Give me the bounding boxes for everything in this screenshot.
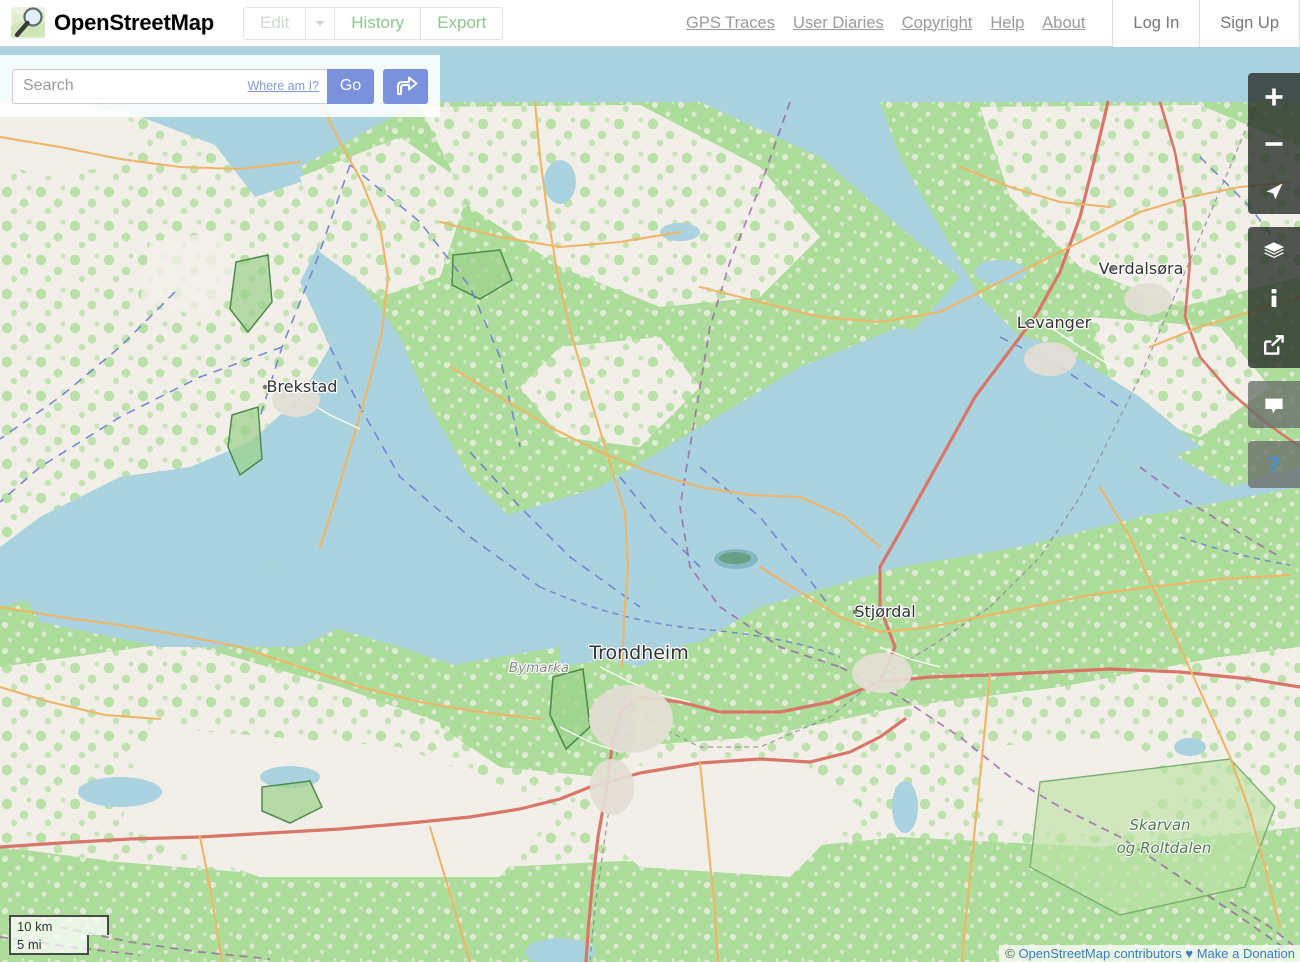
search-panel: Where am I? Go: [0, 55, 440, 117]
nav-user-diaries[interactable]: User Diaries: [784, 14, 893, 33]
primary-nav: GPS Traces User Diaries Copyright Help A…: [677, 0, 1300, 47]
site-header: OpenStreetMap Edit History Export GPS Tr…: [0, 0, 1300, 47]
layers-icon: [1262, 239, 1286, 263]
map-canvas[interactable]: Verdalsøra Levanger Brekstad Stjørdal Tr…: [0, 47, 1300, 962]
plus-icon: [1262, 85, 1286, 109]
scale-metric-label: 10 km: [17, 918, 53, 934]
map-tools-group: [1248, 227, 1300, 368]
map-tiles: Verdalsøra Levanger Brekstad Stjørdal Tr…: [0, 47, 1300, 962]
map-data-button[interactable]: [1248, 274, 1300, 321]
layers-button[interactable]: [1248, 227, 1300, 274]
make-a-donation-link[interactable]: Make a Donation: [1197, 946, 1295, 961]
search-field-wrapper: Where am I?: [12, 68, 327, 104]
map-label-brekstad: Brekstad: [267, 377, 338, 396]
openstreetmap-logo-icon: [9, 4, 47, 42]
directions-arrow-icon: [393, 73, 419, 100]
chevron-down-icon: [315, 20, 326, 26]
help-button[interactable]: ?: [1248, 441, 1300, 488]
nav-copyright[interactable]: Copyright: [893, 14, 982, 33]
export-button[interactable]: Export: [421, 7, 503, 39]
edit-button[interactable]: Edit: [243, 7, 307, 39]
nav-help[interactable]: Help: [981, 14, 1033, 33]
map-note-group: [1248, 381, 1300, 428]
map-controls: ?: [1248, 73, 1300, 488]
info-icon: [1262, 286, 1286, 310]
map-scale-bar: 10 km 5 mi: [9, 915, 109, 955]
share-button[interactable]: [1248, 321, 1300, 368]
locate-button[interactable]: [1248, 167, 1300, 214]
svg-text:?: ?: [1268, 453, 1280, 477]
map-label-trondheim: Trondheim: [588, 642, 688, 664]
directions-button[interactable]: [383, 68, 428, 104]
scale-imperial: 5 mi: [9, 935, 89, 955]
location-arrow-icon: [1262, 179, 1286, 203]
openstreetmap-page: OpenStreetMap Edit History Export GPS Tr…: [0, 0, 1300, 962]
zoom-in-button[interactable]: [1248, 73, 1300, 120]
minus-icon: [1262, 132, 1286, 156]
scale-imperial-label: 5 mi: [17, 936, 42, 952]
add-note-button[interactable]: [1248, 381, 1300, 428]
brand-title: OpenStreetMap: [54, 10, 214, 35]
map-label-stjordal: Stjørdal: [854, 602, 915, 621]
brand-home-link[interactable]: OpenStreetMap: [0, 4, 214, 42]
map-label-og-roltdalen: og Roltdalen: [1117, 839, 1212, 857]
where-am-i-link[interactable]: Where am I?: [247, 79, 319, 93]
auth-button-group: Log In Sign Up: [1112, 0, 1300, 47]
sign-up-button[interactable]: Sign Up: [1200, 0, 1300, 47]
nav-gps-traces[interactable]: GPS Traces: [677, 14, 784, 33]
map-attribution: © OpenStreetMap contributors ♥ Make a Do…: [999, 945, 1300, 962]
search-go-button[interactable]: Go: [327, 68, 374, 104]
edit-button-group: Edit History Export: [242, 6, 504, 40]
attribution-contributors-link[interactable]: OpenStreetMap contributors: [1018, 946, 1181, 961]
log-in-button[interactable]: Log In: [1113, 0, 1201, 47]
map-help-group: ?: [1248, 441, 1300, 488]
map-zoom-group: [1248, 73, 1300, 214]
share-icon: [1262, 333, 1286, 357]
map-label-bymarka: Bymarka: [509, 660, 569, 676]
scale-metric: 10 km: [9, 915, 109, 935]
edit-dropdown-button[interactable]: [306, 7, 336, 39]
history-button[interactable]: History: [335, 7, 422, 39]
map-label-skarvan: Skarvan: [1129, 816, 1190, 834]
heart-icon: ♥: [1185, 946, 1194, 961]
copyright-symbol: ©: [1005, 946, 1015, 961]
zoom-out-button[interactable]: [1248, 120, 1300, 167]
nav-about[interactable]: About: [1033, 14, 1094, 33]
question-mark-icon: ?: [1262, 453, 1286, 477]
note-speech-icon: [1262, 393, 1286, 417]
